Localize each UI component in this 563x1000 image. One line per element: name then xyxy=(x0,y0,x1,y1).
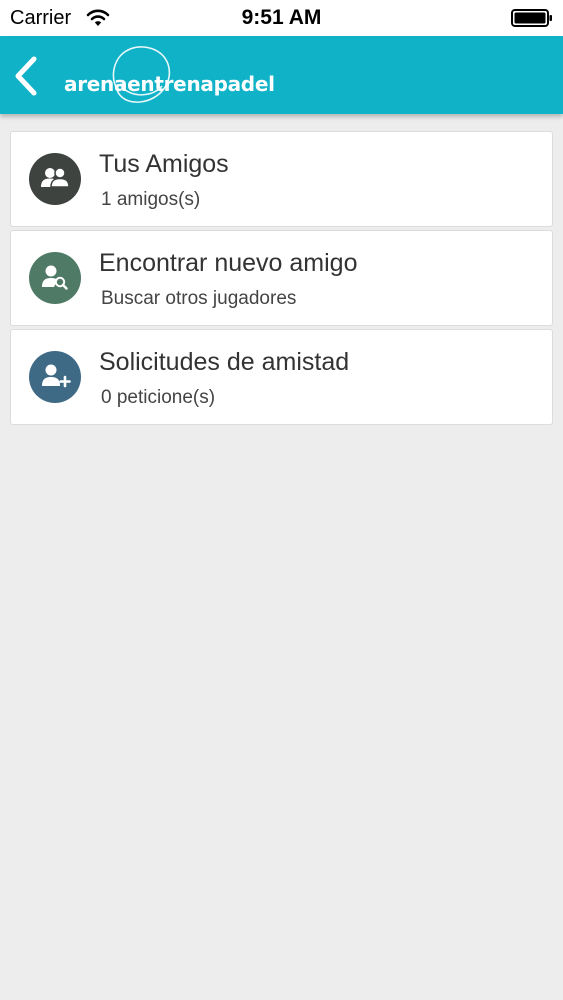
back-button[interactable] xyxy=(10,54,44,98)
add-user-icon-circle xyxy=(29,351,81,403)
item-title: Tus Amigos xyxy=(99,150,229,178)
friends-icon-circle xyxy=(29,153,81,205)
friends-icon xyxy=(41,167,70,188)
status-time: 9:51 AM xyxy=(241,6,322,29)
item-title: Solicitudes de amistad xyxy=(99,348,350,376)
brand-name: arenaentrenapadel xyxy=(64,72,275,96)
search-user-icon xyxy=(42,265,68,290)
search-user-icon-circle xyxy=(29,252,81,304)
chevron-left-icon xyxy=(15,56,37,96)
menu-item-tus-amigos[interactable]: Tus Amigos 1 amigos(s) xyxy=(10,131,553,227)
status-bar: Carrier 9:51 AM xyxy=(0,0,563,36)
brand-logo: arenaentrenapadel xyxy=(62,42,275,108)
friends-menu: Tus Amigos 1 amigos(s) Encontrar nuevo a… xyxy=(10,131,553,428)
nav-bar: arenaentrenapadel xyxy=(0,36,563,114)
menu-item-encontrar-amigo[interactable]: Encontrar nuevo amigo Buscar otros jugad… xyxy=(10,230,553,326)
add-user-icon xyxy=(42,364,71,388)
item-title: Encontrar nuevo amigo xyxy=(99,249,358,277)
item-subtitle: Buscar otros jugadores xyxy=(101,288,297,309)
item-subtitle: 1 amigos(s) xyxy=(101,189,201,210)
item-subtitle: 0 peticione(s) xyxy=(101,387,216,408)
menu-item-solicitudes-amistad[interactable]: Solicitudes de amistad 0 peticione(s) xyxy=(10,329,553,425)
battery-icon xyxy=(511,9,552,27)
